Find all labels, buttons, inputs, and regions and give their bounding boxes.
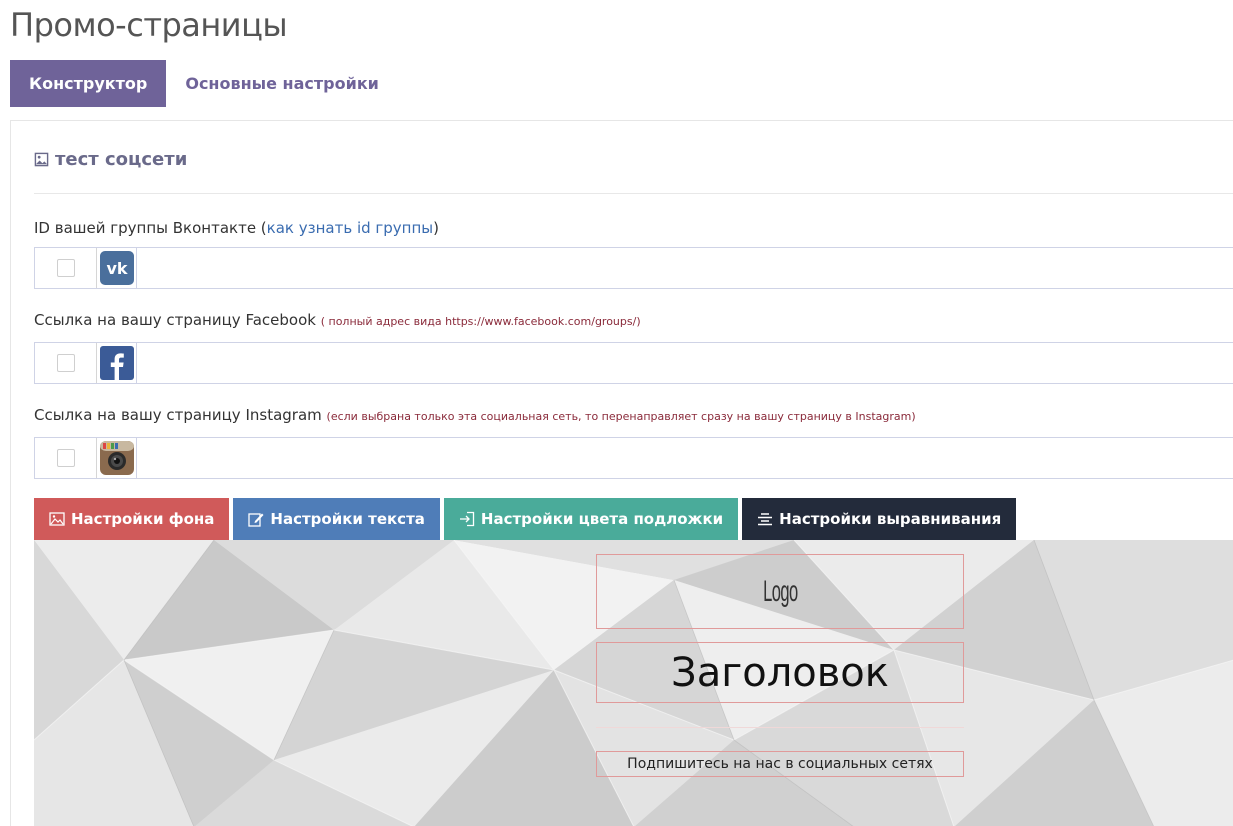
text-settings-button[interactable]: Настройки текста: [233, 498, 440, 540]
vk-label-text: ID вашей группы Вконтакте (: [34, 219, 267, 237]
facebook-label-text: Ссылка на вашу страницу Facebook: [34, 311, 316, 329]
align-center-icon: [758, 513, 773, 526]
heading-text: Заголовок: [671, 649, 889, 696]
vk-group-id-input[interactable]: [137, 248, 1233, 288]
facebook-icon: [99, 346, 134, 380]
heading-block[interactable]: Заголовок: [596, 642, 964, 703]
instagram-input-row: [34, 437, 1233, 479]
divider: [34, 193, 1233, 194]
instagram-icon: [99, 441, 134, 475]
vk-checkbox[interactable]: [56, 259, 75, 277]
overlay-color-settings-label: Настройки цвета подложки: [480, 510, 724, 528]
vk-help-link[interactable]: как узнать id группы: [267, 219, 433, 237]
edit-icon: [248, 513, 264, 527]
tab-main-settings[interactable]: Основные настройки: [166, 60, 398, 107]
section-title-text: тест соцсети: [55, 149, 188, 170]
divider-line: [596, 727, 964, 728]
background-settings-button[interactable]: Настройки фона: [34, 498, 230, 540]
facebook-checkbox-cell: [35, 343, 97, 383]
facebook-url-input[interactable]: [137, 343, 1233, 383]
vk-checkbox-cell: [35, 248, 97, 288]
subscribe-block[interactable]: Подпишитесь на нас в социальных сетях: [596, 751, 964, 777]
facebook-input-row: [34, 342, 1233, 384]
section-title: тест соцсети: [34, 149, 187, 170]
image-icon: [49, 512, 65, 526]
page-title: Промо-страницы: [10, 6, 288, 44]
promo-preview: Logo Заголовок Подпишитесь на нас в соци…: [34, 540, 1233, 826]
instagram-hint: (если выбрана только эта социальная сеть…: [326, 410, 916, 423]
instagram-icon-cell: [97, 438, 137, 478]
background-settings-label: Настройки фона: [71, 510, 215, 528]
image-icon: [34, 152, 49, 167]
vk-input-row: vk: [34, 247, 1233, 289]
instagram-label-text: Ссылка на вашу страницу Instagram: [34, 406, 322, 424]
text-settings-label: Настройки текста: [270, 510, 425, 528]
vk-field-label: ID вашей группы Вконтакте (как узнать id…: [34, 219, 439, 237]
facebook-hint: ( полный адрес вида https://www.facebook…: [320, 315, 641, 328]
constructor-panel: тест соцсети ID вашей группы Вконтакте (…: [10, 120, 1233, 826]
facebook-field-label: Ссылка на вашу страницу Facebook ( полны…: [34, 311, 641, 329]
sign-in-icon: [459, 511, 475, 527]
instagram-field-label: Ссылка на вашу страницу Instagram (если …: [34, 406, 916, 424]
instagram-checkbox-cell: [35, 438, 97, 478]
settings-toolbar: Настройки фона Настройки текста Настройк…: [34, 498, 1017, 540]
overlay-color-settings-button[interactable]: Настройки цвета подложки: [443, 498, 739, 540]
instagram-url-input[interactable]: [137, 438, 1233, 478]
svg-text:vk: vk: [106, 259, 127, 278]
tab-constructor[interactable]: Конструктор: [10, 60, 167, 107]
alignment-settings-label: Настройки выравнивания: [779, 510, 1002, 528]
facebook-checkbox[interactable]: [56, 354, 75, 372]
vk-icon: vk: [99, 251, 134, 285]
instagram-checkbox[interactable]: [56, 449, 75, 467]
vk-icon-cell: vk: [97, 248, 137, 288]
subscribe-text: Подпишитесь на нас в социальных сетях: [627, 756, 933, 772]
vk-label-end: ): [433, 219, 440, 237]
logo-placeholder[interactable]: Logo: [596, 554, 964, 629]
logo-text: Logo: [762, 574, 798, 608]
alignment-settings-button[interactable]: Настройки выравнивания: [742, 498, 1017, 540]
tab-bar: Конструктор Основные настройки: [10, 60, 398, 107]
facebook-icon-cell: [97, 343, 137, 383]
